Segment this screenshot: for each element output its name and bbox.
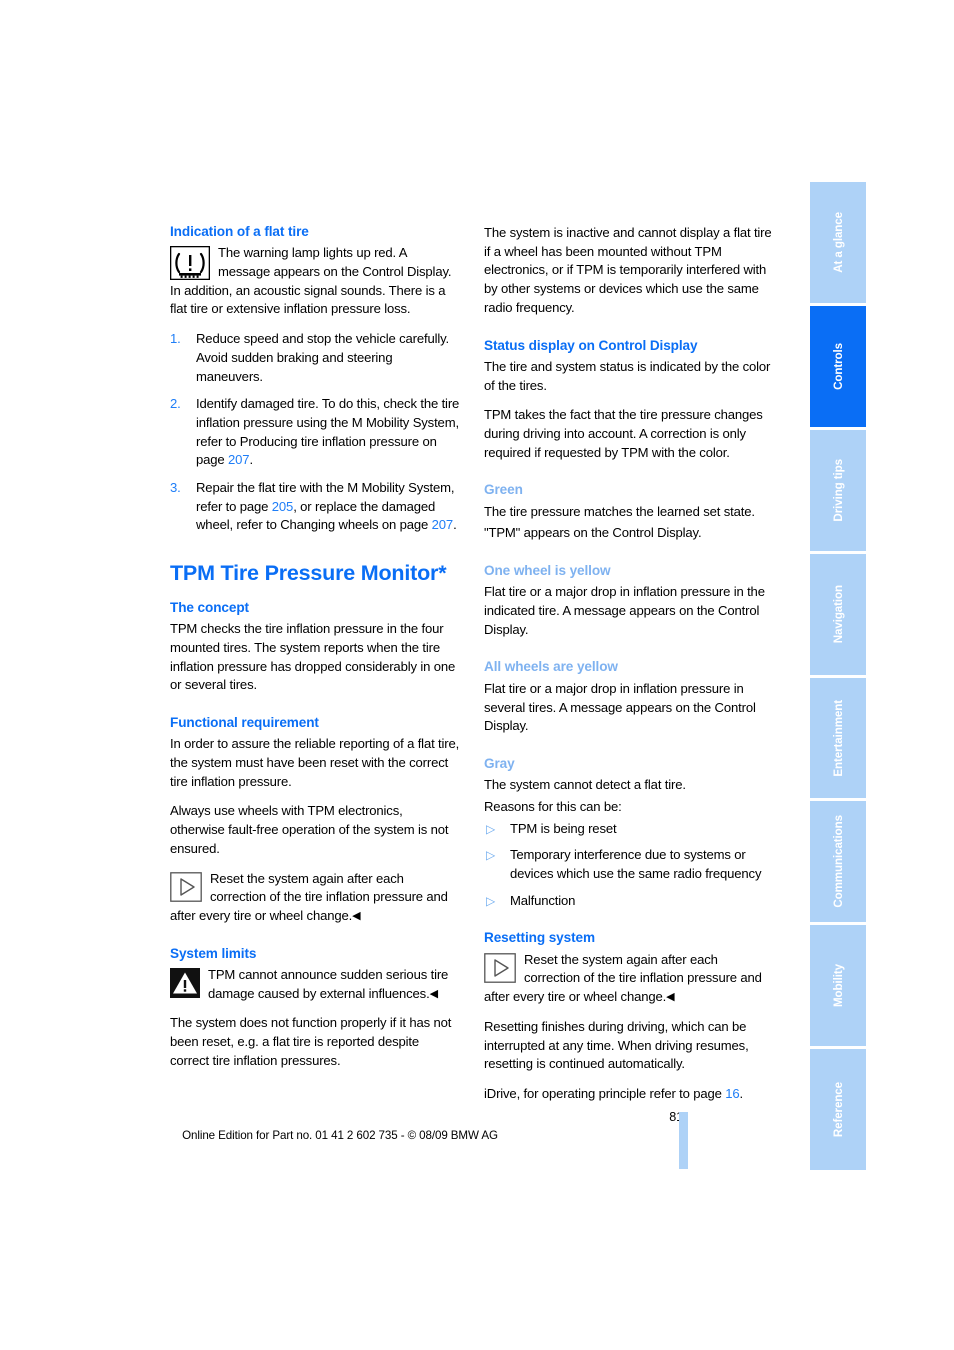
play-triangle-icon [170, 871, 202, 902]
one-wheel-yellow-body: Flat tire or a major drop in inflation p… [484, 584, 765, 637]
list-item-label: Malfunction [510, 892, 576, 908]
page-content: Indication of a flat tire The warning la… [170, 224, 780, 1115]
note-end-marker: ◀ [666, 991, 675, 1004]
status-paragraph-1: The tire and system status is indicated … [484, 358, 771, 393]
list-item: ▷ TPM is being reset [484, 820, 774, 839]
step-number: 2. [170, 396, 181, 412]
note-end-marker: ◀ [429, 987, 439, 1000]
flat-tire-warning-text: The warning lamp lights up red. A messag… [170, 245, 452, 317]
list-item: ▷ Temporary interference due to systems o… [484, 846, 774, 883]
gray-paragraph-2: Reasons for this can be: [484, 798, 622, 814]
heading-all-wheels-yellow: All wheels are yellow [484, 659, 618, 675]
footer-accent-bar [679, 1112, 688, 1169]
triangle-bullet-icon: ▷ [486, 848, 496, 863]
resetting-system-note: Reset the system again after each correc… [484, 951, 774, 1007]
tab-label: Driving tips [831, 458, 845, 522]
functional-reset-note: Reset the system again after each correc… [170, 870, 460, 926]
tpm-warning-lamp-icon [170, 246, 210, 281]
heading-functional-requirement: Functional requirement [170, 715, 319, 730]
status-paragraph-2: TPM takes the fact that the tire pressur… [484, 407, 763, 460]
warning-triangle-icon [170, 967, 200, 998]
tab-label: Entertainment [831, 699, 845, 777]
left-column: Indication of a flat tire The warning la… [170, 224, 460, 1115]
resetting-system-note-text: Reset the system again after each correc… [484, 951, 762, 1005]
step-number: 3. [170, 480, 181, 496]
chapter-tab-strip: At a glance Controls Driving tips Naviga… [810, 182, 866, 1170]
heading-indication-of-flat-tire: Indication of a flat tire [170, 224, 309, 239]
functional-reset-note-text: Reset the system again after each correc… [170, 870, 448, 923]
heading-status-display: Status display on Control Display [484, 337, 698, 353]
tab-mobility[interactable]: Mobility [810, 925, 866, 1047]
system-inactive-body: The system is inactive and cannot displa… [484, 225, 772, 315]
play-triangle-icon [484, 952, 516, 983]
flat-tire-warning-note: The warning lamp lights up red. A messag… [170, 244, 460, 319]
heading-the-concept: The concept [170, 599, 249, 615]
tab-controls[interactable]: Controls [810, 305, 866, 427]
system-limits-warning-note: TPM cannot announce sudden serious tire … [170, 966, 460, 1003]
triangle-bullet-icon: ▷ [486, 893, 496, 908]
page-reference[interactable]: 16 [725, 1086, 739, 1101]
list-item: ▷ Malfunction [484, 892, 774, 911]
triangle-bullet-icon: ▷ [486, 821, 496, 836]
heading-resetting-system: Resetting system [484, 930, 595, 946]
tab-label: Navigation [831, 584, 845, 644]
heading-system-limits: System limits [170, 945, 257, 961]
green-paragraph-1: The tire pressure matches the learned se… [484, 503, 755, 519]
tab-entertainment[interactable]: Entertainment [810, 677, 866, 799]
tab-label: Controls [831, 342, 845, 390]
gray-reasons-list: ▷ TPM is being reset ▷ Temporary interfere… [484, 820, 774, 911]
step-number: 1. [170, 331, 181, 347]
manual-page: Indication of a flat tire The warning la… [0, 0, 954, 1350]
note-end-marker: ◀ [352, 909, 361, 922]
gray-paragraph-1: The system cannot detect a flat tire. [484, 777, 686, 793]
tab-communications[interactable]: Communications [810, 801, 866, 923]
footer-edition-text: Online Edition for Part no. 01 41 2 602 … [182, 1129, 498, 1142]
page-reference[interactable]: 207 [432, 517, 454, 532]
right-column: The system is inactive and cannot displa… [484, 224, 774, 1115]
tab-reference[interactable]: Reference [810, 1049, 866, 1170]
idrive-text: iDrive, for operating principle refer to… [484, 1085, 726, 1101]
step-text-end: . [453, 517, 457, 533]
step-item: 2. Identify damaged tire. To do this, che… [170, 395, 460, 470]
step-item: 3. Repair the flat tire with the M Mobili… [170, 479, 460, 535]
list-item-label: TPM is being reset [510, 820, 617, 836]
page-reference[interactable]: 207 [228, 452, 250, 467]
functional-paragraph-1: In order to assure the reliable reportin… [170, 736, 460, 789]
idrive-reference-line: iDrive, for operating principle refer to… [484, 1085, 774, 1104]
system-limits-body: The system does not function properly if… [170, 1015, 452, 1068]
tab-at-a-glance[interactable]: At a glance [810, 182, 866, 303]
page-reference[interactable]: 205 [272, 499, 294, 514]
tab-label: Communications [831, 815, 845, 909]
idrive-text-end: . [739, 1085, 744, 1101]
tab-navigation[interactable]: Navigation [810, 553, 866, 675]
flat-tire-steps-list: 1. Reduce speed and stop the vehicle care… [170, 330, 460, 535]
heading-green: Green [484, 482, 523, 498]
system-limits-warning-text: TPM cannot announce sudden serious tire … [208, 966, 449, 1001]
green-paragraph-2: "TPM" appears on the Control Display. [484, 525, 702, 541]
concept-body: TPM checks the tire inflation pressure i… [170, 621, 456, 693]
heading-gray: Gray [484, 755, 515, 771]
functional-paragraph-2: Always use wheels with TPM electronics, … [170, 803, 449, 856]
tab-label: At a glance [831, 212, 845, 273]
all-wheels-yellow-body: Flat tire or a major drop in inflation p… [484, 680, 756, 734]
tab-label: Mobility [831, 964, 845, 1008]
heading-one-wheel-yellow: One wheel is yellow [484, 563, 611, 579]
step-text-end: . [249, 452, 253, 468]
step-text: Reduce speed and stop the vehicle carefu… [196, 331, 450, 384]
page-number: 81 [669, 1110, 683, 1124]
step-item: 1. Reduce speed and stop the vehicle care… [170, 330, 460, 386]
tab-driving-tips[interactable]: Driving tips [810, 429, 866, 551]
resetting-body: Resetting finishes during driving, which… [484, 1018, 749, 1072]
list-item-label: Temporary interference due to systems or… [510, 847, 762, 882]
page-title: TPM Tire Pressure Monitor* [170, 561, 447, 586]
